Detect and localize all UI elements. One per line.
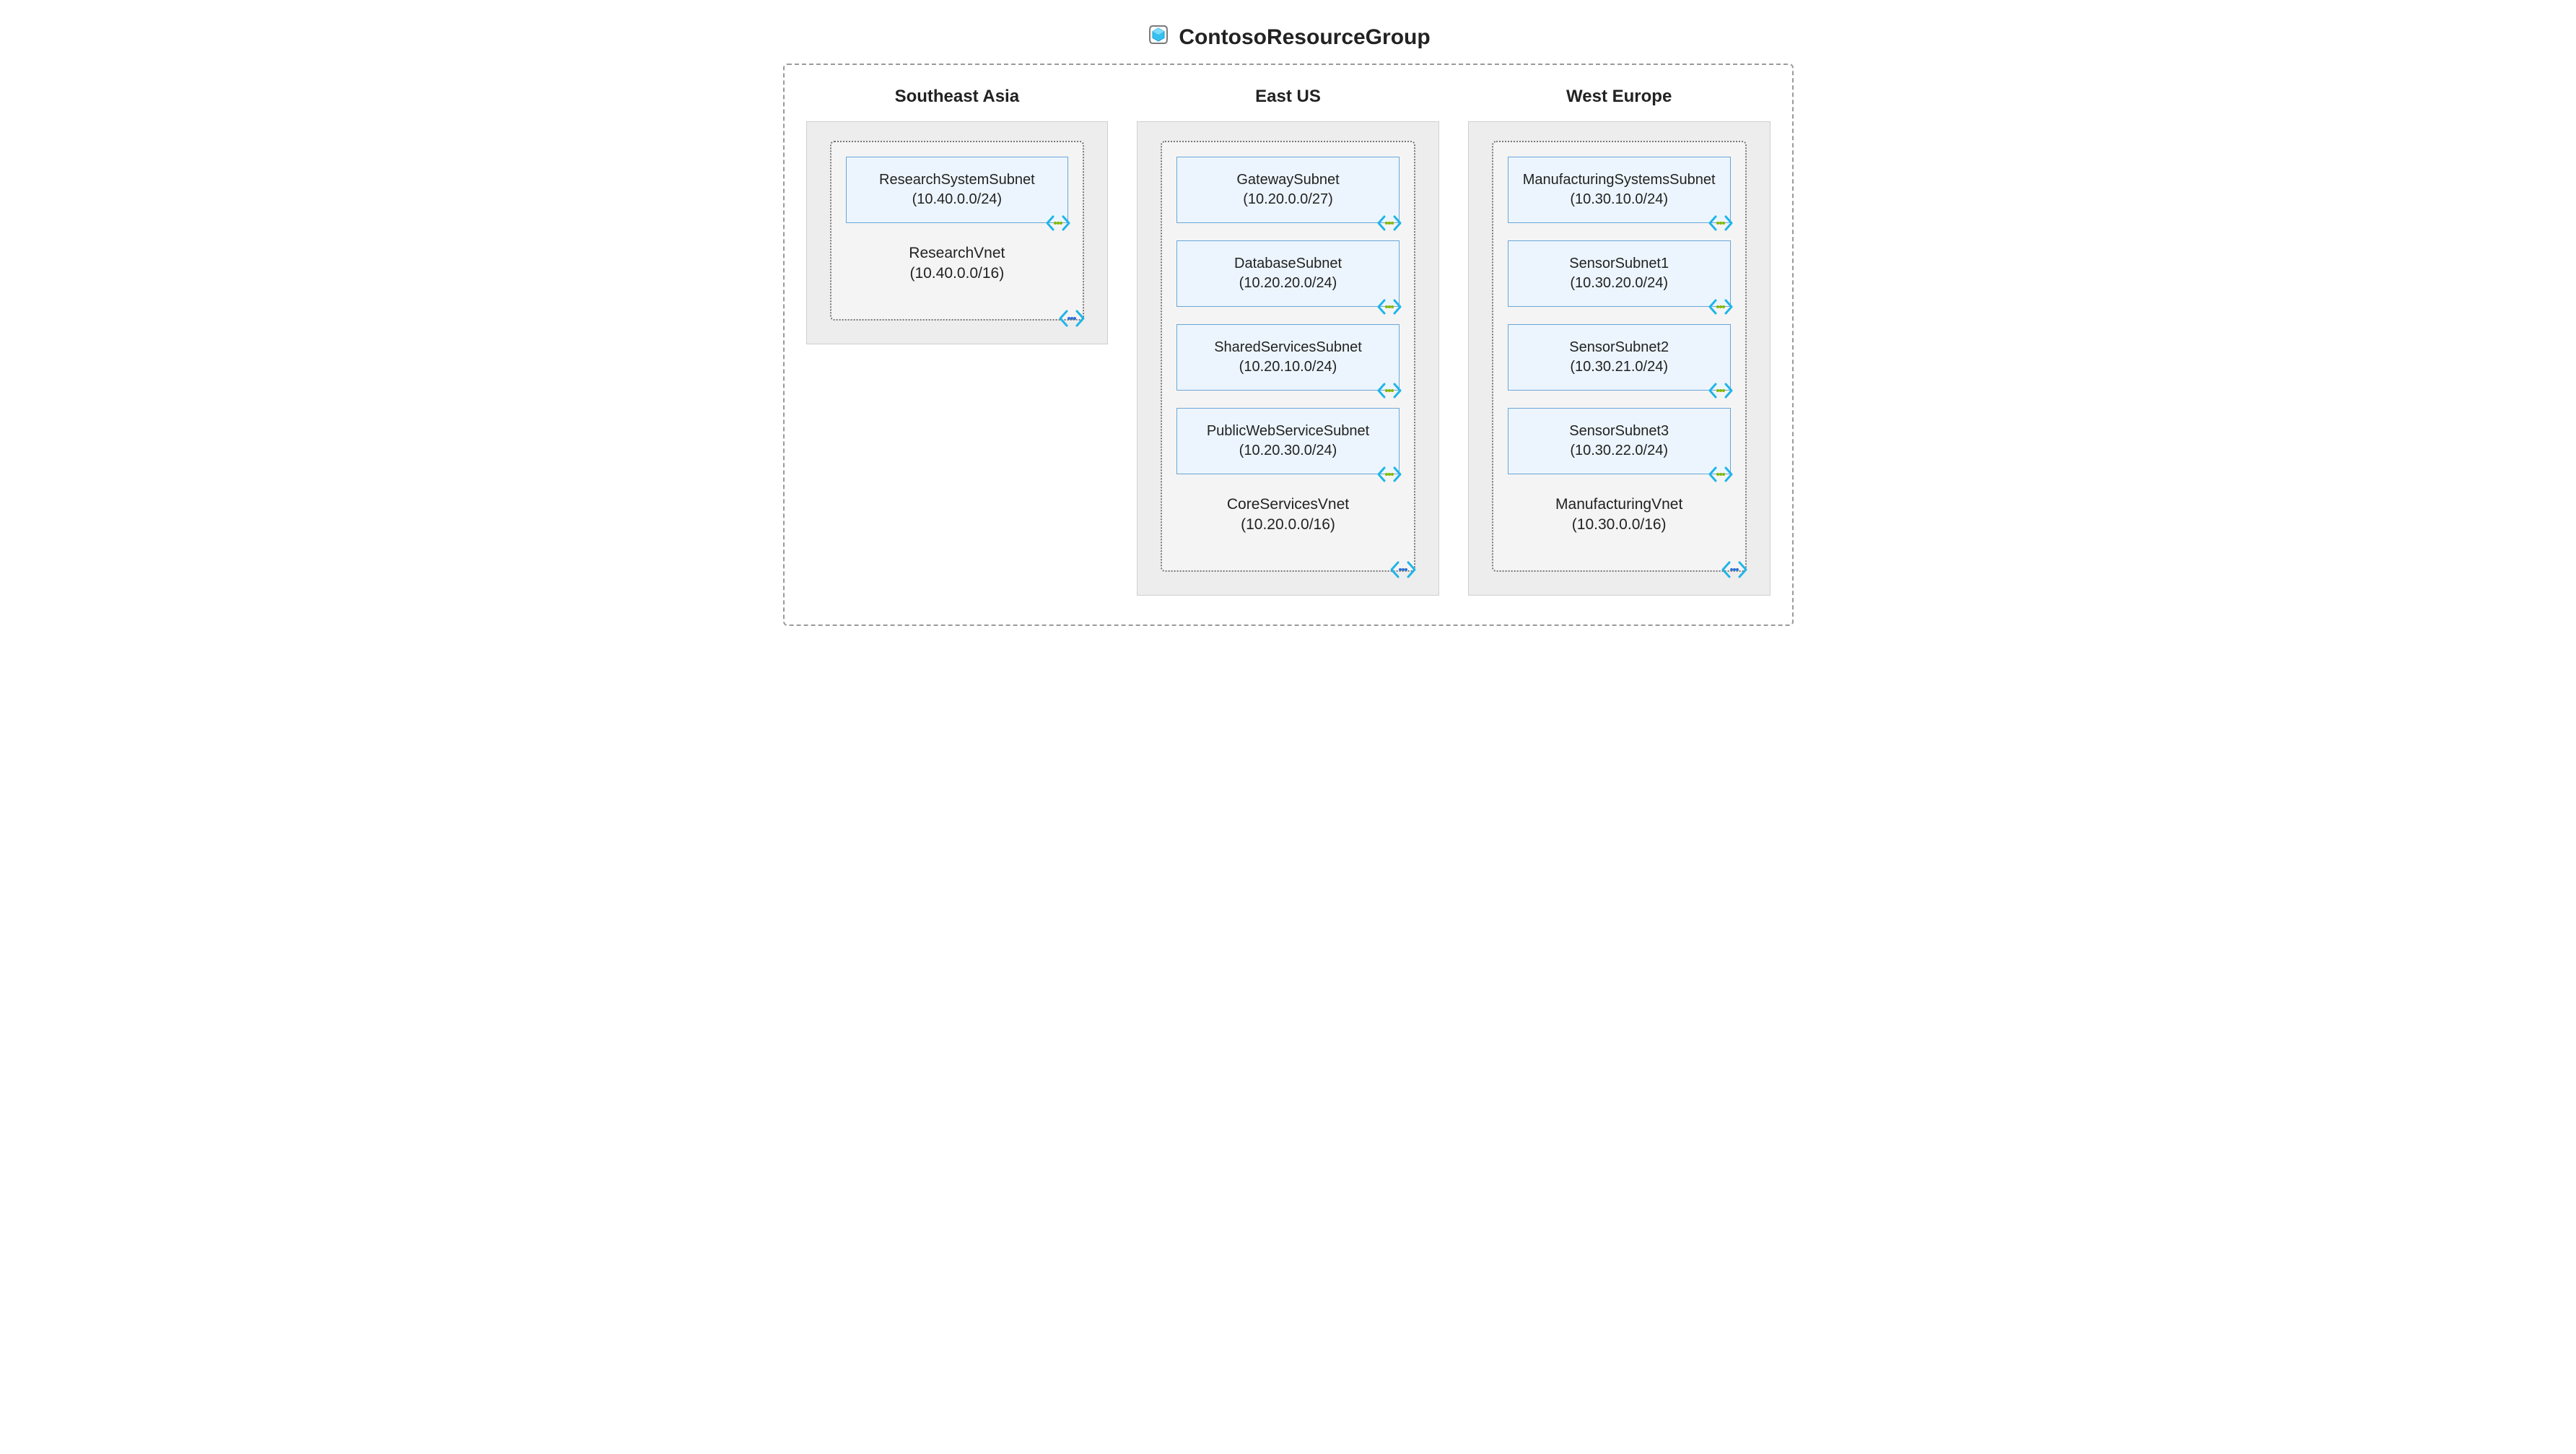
subnet-cidr: (10.30.20.0/24)	[1516, 274, 1723, 293]
subnet-name: SensorSubnet3	[1516, 422, 1723, 441]
subnet-cidr: (10.30.10.0/24)	[1516, 190, 1723, 209]
subnet-wrap: GatewaySubnet (10.20.0.0/27)	[1176, 157, 1400, 223]
subnet-cidr: (10.20.30.0/24)	[1184, 441, 1392, 461]
subnet-box: DatabaseSubnet (10.20.20.0/24)	[1176, 240, 1400, 307]
subnet-wrap: SensorSubnet3 (10.30.22.0/24)	[1508, 408, 1731, 474]
region-columns: Southeast Asia ResearchSystemSubnet (10.…	[806, 87, 1771, 596]
subnet-wrap: SharedServicesSubnet (10.20.10.0/24)	[1176, 324, 1400, 391]
resource-group-name: ContosoResourceGroup	[1179, 25, 1430, 50]
vnet-name: ResearchVnet	[846, 243, 1069, 264]
region-column: Southeast Asia ResearchSystemSubnet (10.…	[806, 87, 1109, 344]
vnet-label: ManufacturingVnet (10.30.0.0/16)	[1508, 495, 1731, 536]
subnet-box: SensorSubnet3 (10.30.22.0/24)	[1508, 408, 1731, 474]
subnet-name: GatewaySubnet	[1184, 170, 1392, 190]
vnet-icon	[1388, 559, 1418, 580]
subnet-wrap: DatabaseSubnet (10.20.20.0/24)	[1176, 240, 1400, 307]
subnet-box: SharedServicesSubnet (10.20.10.0/24)	[1176, 324, 1400, 391]
subnet-name: PublicWebServiceSubnet	[1184, 422, 1392, 441]
vnet-icon	[1057, 308, 1087, 329]
subnet-wrap: ManufacturingSystemsSubnet (10.30.10.0/2…	[1508, 157, 1731, 223]
vnet-name: CoreServicesVnet	[1176, 495, 1400, 515]
subnet-wrap: SensorSubnet1 (10.30.20.0/24)	[1508, 240, 1731, 307]
resource-group-icon	[1145, 22, 1171, 53]
vnet-label: CoreServicesVnet (10.20.0.0/16)	[1176, 495, 1400, 536]
vnet-icon	[1719, 559, 1750, 580]
region-box: ResearchSystemSubnet (10.40.0.0/24)	[806, 121, 1109, 344]
subnet-name: SharedServicesSubnet	[1184, 338, 1392, 357]
region-column: East US GatewaySubnet (10.20.0.0/27)	[1137, 87, 1439, 596]
subnet-wrap: SensorSubnet2 (10.30.21.0/24)	[1508, 324, 1731, 391]
subnet-name: SensorSubnet1	[1516, 254, 1723, 274]
region-column: West Europe ManufacturingSystemsSubnet (…	[1468, 87, 1771, 596]
subnet-box: SensorSubnet1 (10.30.20.0/24)	[1508, 240, 1731, 307]
resource-group-header: ContosoResourceGroup	[1145, 22, 1430, 53]
subnet-cidr: (10.20.20.0/24)	[1184, 274, 1392, 293]
subnet-box: ManufacturingSystemsSubnet (10.30.10.0/2…	[1508, 157, 1731, 223]
region-box: GatewaySubnet (10.20.0.0/27) DatabaseSub…	[1137, 121, 1439, 596]
subnet-name: DatabaseSubnet	[1184, 254, 1392, 274]
subnet-wrap: ResearchSystemSubnet (10.40.0.0/24)	[846, 157, 1069, 223]
subnet-cidr: (10.20.10.0/24)	[1184, 357, 1392, 377]
vnet-cidr: (10.30.0.0/16)	[1508, 515, 1731, 535]
vnet-box: ResearchSystemSubnet (10.40.0.0/24)	[830, 141, 1085, 321]
subnet-box: SensorSubnet2 (10.30.21.0/24)	[1508, 324, 1731, 391]
subnet-cidr: (10.40.0.0/24)	[854, 190, 1061, 209]
resource-group-container: Southeast Asia ResearchSystemSubnet (10.…	[783, 64, 1794, 626]
region-title: West Europe	[1566, 87, 1672, 107]
subnet-box: PublicWebServiceSubnet (10.20.30.0/24)	[1176, 408, 1400, 474]
region-title: Southeast Asia	[895, 87, 1020, 107]
subnet-cidr: (10.20.0.0/27)	[1184, 190, 1392, 209]
subnet-cidr: (10.30.21.0/24)	[1516, 357, 1723, 377]
vnet-cidr: (10.40.0.0/16)	[846, 264, 1069, 284]
vnet-box: ManufacturingSystemsSubnet (10.30.10.0/2…	[1492, 141, 1747, 572]
vnet-label: ResearchVnet (10.40.0.0/16)	[846, 243, 1069, 284]
subnet-name: SensorSubnet2	[1516, 338, 1723, 357]
vnet-cidr: (10.20.0.0/16)	[1176, 515, 1400, 535]
subnet-box: ResearchSystemSubnet (10.40.0.0/24)	[846, 157, 1069, 223]
subnet-name: ResearchSystemSubnet	[854, 170, 1061, 190]
subnet-wrap: PublicWebServiceSubnet (10.20.30.0/24)	[1176, 408, 1400, 474]
region-title: East US	[1255, 87, 1321, 107]
subnet-box: GatewaySubnet (10.20.0.0/27)	[1176, 157, 1400, 223]
vnet-box: GatewaySubnet (10.20.0.0/27) DatabaseSub…	[1161, 141, 1415, 572]
diagram-root: ContosoResourceGroup Southeast Asia Rese…	[22, 22, 2554, 626]
subnet-name: ManufacturingSystemsSubnet	[1516, 170, 1723, 190]
subnet-cidr: (10.30.22.0/24)	[1516, 441, 1723, 461]
vnet-name: ManufacturingVnet	[1508, 495, 1731, 515]
region-box: ManufacturingSystemsSubnet (10.30.10.0/2…	[1468, 121, 1771, 596]
